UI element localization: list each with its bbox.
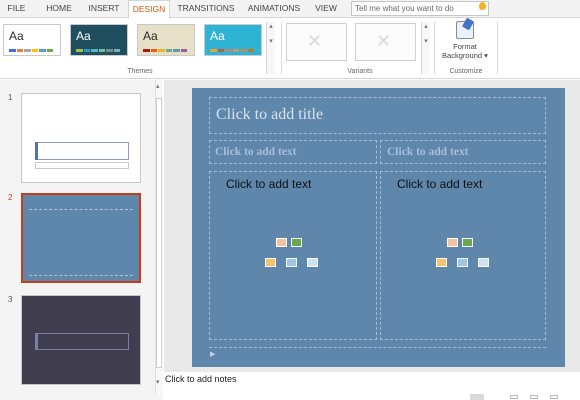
tab-animations[interactable]: ANIMATIONS: [242, 0, 306, 18]
design-ribbon: Aa Aa Aa Aa ▴ ▾ Themes ✕ ✕ ▴ ▾ Variants Fo…: [0, 19, 580, 79]
format-background-icon: [456, 21, 474, 39]
slide-number: 2: [8, 193, 13, 202]
insert-chart-icon[interactable]: [462, 238, 473, 247]
insert-picture-icon[interactable]: [286, 258, 297, 267]
right-content-placeholder[interactable]: Click to add text: [380, 171, 546, 340]
insert-smartart-icon[interactable]: [265, 258, 276, 267]
right-content-text: Click to add text: [397, 177, 483, 191]
theme-sample-text: Aa: [76, 29, 91, 43]
variant-thumbnail-2[interactable]: ✕: [355, 23, 416, 61]
right-heading-placeholder[interactable]: Click to add text: [380, 140, 546, 164]
notes-placeholder-text: Click to add notes: [165, 374, 237, 384]
theme-color-swatches: [210, 49, 254, 52]
left-content-placeholder[interactable]: Click to add text: [209, 171, 377, 340]
group-divider: [497, 22, 498, 74]
thumbnail-guide: [29, 209, 133, 210]
format-background-button[interactable]: Format Background ▾: [440, 21, 490, 65]
themes-group-label: Themes: [127, 68, 153, 75]
chevron-down-icon: ▾: [484, 51, 488, 60]
slideshow-view-icon[interactable]: [550, 395, 558, 399]
tab-design[interactable]: DESIGN: [128, 0, 170, 19]
customize-group-label: Customize: [449, 68, 483, 75]
theme-sample-text: Aa: [143, 29, 158, 43]
theme-thumbnail-3[interactable]: Aa: [137, 24, 195, 56]
tab-insert[interactable]: INSERT: [80, 0, 128, 18]
title-placeholder-text: Click to add title: [216, 106, 324, 123]
slide-number: 1: [8, 93, 13, 102]
theme-thumbnail-4[interactable]: Aa: [204, 24, 262, 56]
insert-chart-icon[interactable]: [291, 238, 302, 247]
insert-online-picture-icon[interactable]: [478, 258, 489, 267]
theme-color-swatches: [76, 49, 120, 52]
slide-canvas[interactable]: Click to add title Click to add text Cli…: [192, 88, 565, 367]
left-heading-text: Click to add text: [215, 146, 297, 158]
insert-table-icon[interactable]: [276, 238, 287, 247]
variants-gallery-scroll[interactable]: ▴ ▾: [421, 22, 430, 74]
theme-sample-text: Aa: [210, 29, 225, 43]
status-bar: [420, 392, 580, 400]
variants-group-label: Variants: [347, 68, 373, 75]
left-heading-placeholder[interactable]: Click to add text: [209, 140, 377, 164]
insert-table-icon[interactable]: [447, 238, 458, 247]
group-divider: [281, 22, 282, 74]
thumbnail-subtitle-box: [35, 162, 129, 169]
themes-gallery-scroll[interactable]: ▴ ▾: [266, 22, 275, 74]
slide-thumbnail-panel: 1 2 3: [0, 80, 163, 400]
right-heading-text: Click to add text: [387, 146, 469, 158]
insert-picture-icon[interactable]: [457, 258, 468, 267]
scroll-down-arrow-icon[interactable]: ▾: [156, 378, 160, 386]
tell-me-search-input[interactable]: Tell me what you want to do: [351, 1, 489, 16]
footer-guide: [209, 347, 546, 348]
empty-variant-icon: ✕: [376, 31, 392, 51]
slide-number: 3: [8, 295, 13, 304]
lightbulb-icon: [479, 2, 486, 10]
tab-view[interactable]: VIEW: [306, 0, 346, 18]
thumbnail-title-box: [35, 142, 129, 160]
theme-color-swatches: [143, 49, 187, 52]
slide-thumbnail-2[interactable]: [21, 193, 141, 283]
ribbon-tab-bar: FILE HOME INSERT DESIGN TRANSITIONS ANIM…: [0, 0, 580, 19]
insert-smartart-icon[interactable]: [436, 258, 447, 267]
left-content-text: Click to add text: [226, 177, 312, 191]
empty-variant-icon: ✕: [307, 31, 323, 51]
thumbnail-accent-bar: [35, 142, 38, 160]
scrollbar-thumb[interactable]: [156, 98, 162, 368]
thumbnail-title-box: [35, 333, 129, 350]
theme-sample-text: Aa: [9, 29, 24, 43]
tab-transitions[interactable]: TRANSITIONS: [170, 0, 242, 18]
tab-home[interactable]: HOME: [38, 0, 80, 18]
thumbnail-accent-bar: [35, 333, 38, 350]
play-triangle-icon: ▶: [210, 351, 216, 358]
thumbnail-guide: [29, 275, 133, 276]
title-placeholder[interactable]: Click to add title: [209, 97, 546, 134]
variant-thumbnail-1[interactable]: ✕: [286, 23, 347, 61]
theme-thumbnail-office[interactable]: Aa: [3, 24, 61, 56]
insert-online-picture-icon[interactable]: [307, 258, 318, 267]
slide-sorter-view-icon[interactable]: [510, 395, 518, 399]
group-divider: [434, 22, 435, 74]
normal-view-icon[interactable]: [470, 394, 484, 400]
theme-thumbnail-2[interactable]: Aa: [70, 24, 128, 56]
scroll-up-arrow-icon[interactable]: ▴: [156, 82, 160, 90]
format-background-label: Format Background: [442, 42, 483, 60]
theme-color-swatches: [9, 49, 53, 52]
tab-file[interactable]: FILE: [0, 0, 33, 18]
reading-view-icon[interactable]: [530, 395, 538, 399]
slide-thumbnail-3[interactable]: [21, 295, 141, 385]
slide-thumbnail-1[interactable]: [21, 93, 141, 183]
